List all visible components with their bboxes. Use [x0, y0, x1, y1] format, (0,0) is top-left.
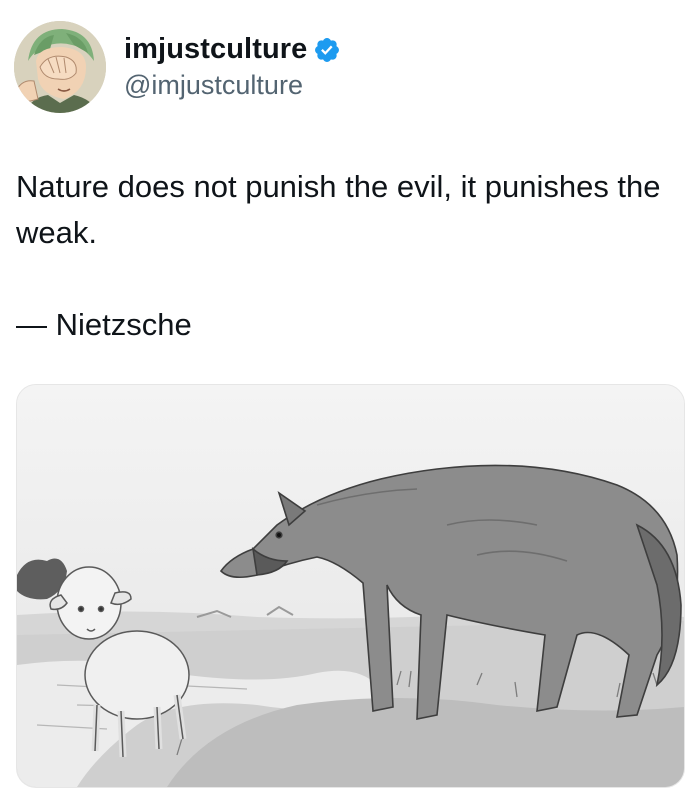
tweet-header: imjustculture @imjustculture	[14, 21, 341, 113]
wolf-and-lamb-illustration-icon	[17, 385, 684, 787]
tweet-attribution: — Nietzsche	[16, 307, 192, 342]
avatar[interactable]	[14, 21, 106, 113]
anime-character-facepalm-avatar-icon	[14, 21, 106, 113]
display-name-row: imjustculture	[124, 33, 341, 66]
tweet-text: Nature does not punish the evil, it puni…	[16, 164, 686, 348]
display-name[interactable]: imjustculture	[124, 33, 307, 66]
author-names: imjustculture @imjustculture	[124, 33, 341, 101]
tweet-quote: Nature does not punish the evil, it puni…	[16, 169, 661, 250]
user-handle[interactable]: @imjustculture	[124, 70, 341, 101]
tweet-media[interactable]	[16, 384, 685, 788]
verified-badge-icon	[313, 36, 341, 64]
